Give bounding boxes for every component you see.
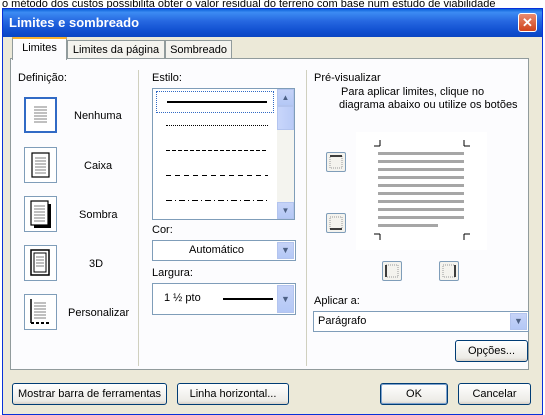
chevron-down-icon: ▼ [281, 294, 290, 304]
scroll-thumb[interactable] [277, 106, 294, 130]
setting-custom-icon [30, 299, 49, 324]
setting-none-button[interactable] [24, 97, 57, 133]
column-divider [138, 70, 139, 366]
column-divider-right [306, 70, 307, 366]
preview-text-line [378, 152, 464, 155]
color-label: Cor: [152, 224, 173, 236]
width-value: 1 ½ pto [164, 292, 201, 304]
preview-text-line [378, 176, 464, 179]
width-select[interactable]: 1 ½ pto ▼ [152, 283, 296, 315]
cancel-label: Cancelar [472, 388, 517, 400]
preview-text-line [378, 168, 464, 171]
tab-limites-label: Limites [22, 42, 57, 54]
preview-text-line [378, 192, 464, 195]
setting-shadow-icon [30, 200, 51, 228]
preview-text-line [378, 224, 438, 227]
dialog-title: Limites e sombreado [9, 15, 140, 30]
style-heading: Estilo: [152, 72, 182, 84]
scroll-down-button[interactable]: ▼ [277, 202, 294, 219]
tab-limites-da-pagina[interactable]: Limites da página [67, 40, 165, 60]
width-dropdown-button[interactable]: ▼ [277, 285, 294, 313]
chevron-down-icon: ▼ [281, 245, 290, 255]
style-line-solid [167, 101, 267, 103]
preview-text-line [378, 208, 464, 211]
preview-diagram[interactable] [356, 132, 487, 250]
arrow-up-icon: ▲ [281, 93, 290, 102]
setting-box-button[interactable] [24, 147, 57, 183]
setting-box-icon [31, 152, 50, 178]
setting-3d-button[interactable] [24, 245, 57, 281]
show-toolbar-button[interactable]: Mostrar barra de ferramentas [12, 383, 167, 405]
setting-none-label: Nenhuma [74, 110, 122, 122]
apply-to-select[interactable]: Parágrafo ▼ [313, 311, 529, 332]
right-border-button[interactable] [439, 261, 459, 281]
style-item-dash-dot[interactable] [156, 190, 274, 212]
show-toolbar-label: Mostrar barra de ferramentas [17, 388, 162, 400]
preview-text-line [378, 184, 464, 187]
apply-to-value: Parágrafo [318, 315, 367, 327]
style-listbox[interactable]: ▲ ▼ [152, 88, 295, 220]
options-button-label: Opções... [467, 345, 516, 357]
style-line-dashed-small [166, 150, 268, 151]
color-value: Automático [189, 244, 245, 256]
setting-3d-label: 3D [89, 258, 104, 270]
width-label: Largura: [152, 267, 193, 279]
preview-instructions-line1: Para aplicar limites, clique no [341, 86, 485, 98]
right-border-icon [442, 264, 456, 278]
setting-3d-icon [30, 249, 50, 276]
setting-none-icon [32, 103, 49, 127]
setting-custom-button[interactable] [24, 294, 57, 330]
color-select[interactable]: Automático ▼ [152, 240, 296, 261]
width-line-sample [223, 298, 273, 300]
title-bar[interactable]: Limites e sombreado ✕ [3, 9, 542, 37]
setting-box-label: Caixa [84, 160, 113, 172]
apply-to-label: Aplicar a: [314, 295, 360, 307]
style-item-dotted[interactable] [156, 115, 274, 137]
setting-custom-label: Personalizar [68, 307, 130, 319]
style-line-dotted [166, 125, 268, 126]
options-button[interactable]: Opções... [455, 340, 528, 362]
style-item-dashed-small[interactable] [156, 140, 274, 162]
horizontal-line-label: Linha horizontal... [189, 388, 277, 400]
preview-text-line [378, 160, 464, 163]
color-dropdown-button[interactable]: ▼ [277, 242, 294, 259]
setting-shadow-label: Sombra [79, 209, 118, 221]
apply-to-dropdown-button[interactable]: ▼ [510, 313, 527, 330]
style-scrollbar[interactable]: ▲ ▼ [277, 89, 294, 219]
setting-heading: Definição: [18, 72, 67, 84]
tab-sombreado[interactable]: Sombreado [165, 40, 232, 60]
tab-limites[interactable]: Limites [12, 37, 67, 60]
chevron-down-icon: ▼ [514, 316, 523, 326]
preview-instructions-line2: diagrama abaixo ou utilize os botões [339, 99, 518, 111]
preview-heading: Pré-visualizar [314, 72, 381, 84]
ok-label: OK [406, 388, 422, 400]
setting-shadow-button[interactable] [24, 196, 57, 232]
horizontal-line-button[interactable]: Linha horizontal... [177, 383, 289, 405]
preview-text-line [378, 216, 464, 219]
left-border-button[interactable] [382, 261, 402, 281]
tab-limites-da-pagina-label: Limites da página [72, 44, 160, 56]
tab-sombreado-label: Sombreado [170, 44, 227, 56]
bottom-border-button[interactable] [326, 213, 346, 233]
preview-corner-marks [374, 140, 470, 240]
arrow-down-icon: ▼ [281, 206, 290, 215]
left-border-icon [385, 264, 399, 278]
scroll-up-button[interactable]: ▲ [277, 89, 294, 106]
bottom-border-icon [329, 216, 343, 230]
close-icon: ✕ [522, 15, 533, 30]
style-line-dashed [166, 175, 268, 176]
cancel-button[interactable]: Cancelar [458, 383, 531, 405]
preview-text-line [378, 200, 464, 203]
ok-button[interactable]: OK [380, 383, 448, 405]
close-button[interactable]: ✕ [518, 13, 537, 32]
top-border-button[interactable] [326, 152, 346, 172]
style-item-dashed[interactable] [156, 165, 274, 187]
top-border-icon [329, 155, 343, 169]
style-line-dash-dot [166, 200, 268, 201]
style-item-solid[interactable] [156, 91, 274, 113]
